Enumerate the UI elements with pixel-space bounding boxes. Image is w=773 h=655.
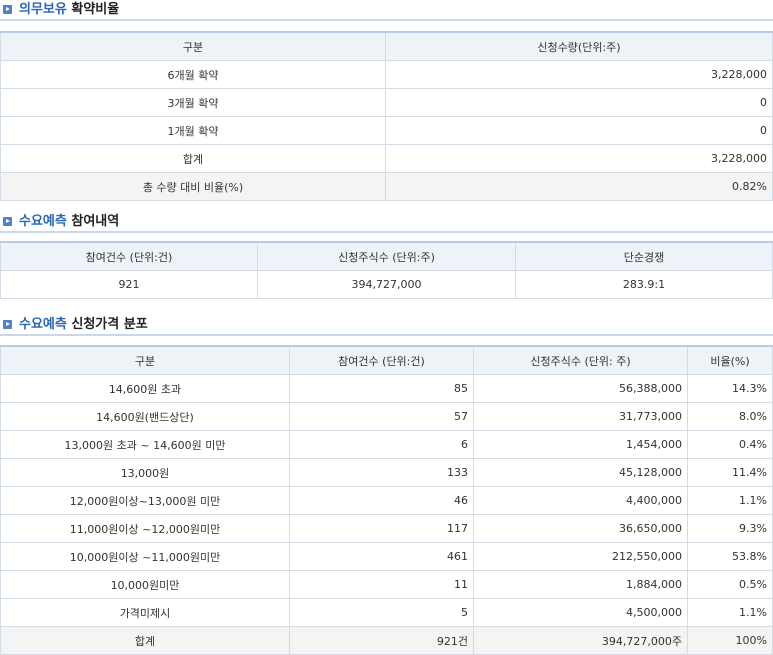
table-row: 6개월 확약 3,228,000: [0, 60, 773, 89]
lockup-title-rest: 확약비율: [71, 2, 120, 17]
column-header: 신청주식수 (단위: 주): [473, 345, 688, 375]
distribution-section-title: 수요예측 신청가격 분포: [0, 316, 773, 336]
price-range: 10,000원미만: [0, 570, 290, 599]
share-ratio: 14.3%: [687, 374, 773, 403]
row-value: 0: [385, 88, 773, 117]
column-header: 참여건수 (단위:건): [289, 345, 474, 375]
lockup-table: 구분 신청수량(단위:주) 6개월 확약 3,228,000 3개월 확약 0 …: [0, 31, 773, 201]
participant-count: 57: [289, 402, 474, 431]
row-value: 3,228,000: [385, 60, 773, 89]
participation-title-rest: 참여내역: [71, 214, 120, 229]
participant-count: 461: [289, 542, 474, 571]
participant-count: 6: [289, 430, 474, 459]
row-label: 1개월 확약: [0, 116, 386, 145]
share-count: 45,128,000: [473, 458, 688, 487]
competition-ratio: 283.9:1: [515, 270, 773, 299]
row-value: 3,228,000: [385, 144, 773, 173]
row-label: 3개월 확약: [0, 88, 386, 117]
column-header: 참여건수 (단위:건): [0, 241, 258, 271]
lockup-title-highlight: 의무보유: [19, 2, 67, 17]
share-count: 1,454,000: [473, 430, 688, 459]
participation-header-row: 참여건수 (단위:건) 신청주식수 (단위:주) 단순경쟁: [0, 241, 773, 271]
participant-count: 11: [289, 570, 474, 599]
table-row: 10,000원미만 11 1,884,000 0.5%: [0, 570, 773, 599]
distribution-header-row: 구분 참여건수 (단위:건) 신청주식수 (단위: 주) 비율(%): [0, 345, 773, 375]
table-row: 13,000원 133 45,128,000 11.4%: [0, 458, 773, 487]
table-row: 921 394,727,000 283.9:1: [0, 270, 773, 299]
table-row: 14,600원 초과 85 56,388,000 14.3%: [0, 374, 773, 403]
share-count: 4,500,000: [473, 598, 688, 627]
table-row: 13,000원 초과 ~ 14,600원 미만 6 1,454,000 0.4%: [0, 430, 773, 459]
price-range: 가격미제시: [0, 598, 290, 627]
distribution-title-highlight: 수요예측: [19, 317, 67, 332]
table-row: 합계 3,228,000: [0, 144, 773, 173]
bullet-arrow-icon: [3, 217, 12, 226]
total-ratio: 100%: [687, 626, 773, 655]
bullet-arrow-icon: [3, 320, 12, 329]
participant-count: 133: [289, 458, 474, 487]
share-ratio: 53.8%: [687, 542, 773, 571]
table-row: 12,000원이상~13,000원 미만 46 4,400,000 1.1%: [0, 486, 773, 515]
participation-shares: 394,727,000: [257, 270, 516, 299]
price-range: 13,000원: [0, 458, 290, 487]
column-header: 비율(%): [687, 345, 773, 375]
share-count: 1,884,000: [473, 570, 688, 599]
distribution-title-rest: 신청가격 분포: [71, 317, 148, 332]
total-label: 합계: [0, 626, 290, 655]
ratio-row: 총 수량 대비 비율(%) 0.82%: [0, 172, 773, 201]
price-range: 10,000원이상 ~11,000원미만: [0, 542, 290, 571]
table-row: 14,600원(밴드상단) 57 31,773,000 8.0%: [0, 402, 773, 431]
ratio-label: 총 수량 대비 비율(%): [0, 172, 386, 201]
participation-section-title: 수요예측 참여내역: [0, 213, 773, 233]
participation-title-highlight: 수요예측: [19, 214, 67, 229]
total-shares: 394,727,000주: [473, 626, 688, 655]
row-label: 6개월 확약: [0, 60, 386, 89]
total-participants: 921건: [289, 626, 474, 655]
share-ratio: 8.0%: [687, 402, 773, 431]
ratio-value: 0.82%: [385, 172, 773, 201]
price-range: 11,000원이상 ~12,000원미만: [0, 514, 290, 543]
row-value: 0: [385, 116, 773, 145]
distribution-table: 구분 참여건수 (단위:건) 신청주식수 (단위: 주) 비율(%) 14,60…: [0, 345, 773, 655]
share-count: 212,550,000: [473, 542, 688, 571]
price-range: 14,600원 초과: [0, 374, 290, 403]
column-header: 구분: [0, 345, 290, 375]
column-header: 단순경쟁: [515, 241, 773, 271]
price-range: 14,600원(밴드상단): [0, 402, 290, 431]
bullet-arrow-icon: [3, 5, 12, 14]
share-count: 36,650,000: [473, 514, 688, 543]
participant-count: 85: [289, 374, 474, 403]
lockup-header-row: 구분 신청수량(단위:주): [0, 31, 773, 61]
table-row: 가격미제시 5 4,500,000 1.1%: [0, 598, 773, 627]
share-count: 56,388,000: [473, 374, 688, 403]
row-label: 합계: [0, 144, 386, 173]
column-header: 신청수량(단위:주): [385, 31, 773, 61]
participation-section: 수요예측 참여내역 참여건수 (단위:건) 신청주식수 (단위:주) 단순경쟁 …: [0, 213, 773, 299]
participant-count: 117: [289, 514, 474, 543]
table-row: 10,000원이상 ~11,000원미만 461 212,550,000 53.…: [0, 542, 773, 571]
table-row: 3개월 확약 0: [0, 88, 773, 117]
share-ratio: 0.4%: [687, 430, 773, 459]
participation-count: 921: [0, 270, 258, 299]
share-count: 4,400,000: [473, 486, 688, 515]
share-ratio: 11.4%: [687, 458, 773, 487]
column-header: 구분: [0, 31, 386, 61]
price-range: 12,000원이상~13,000원 미만: [0, 486, 290, 515]
total-row: 합계 921건 394,727,000주 100%: [0, 626, 773, 655]
participant-count: 46: [289, 486, 474, 515]
share-ratio: 1.1%: [687, 598, 773, 627]
participant-count: 5: [289, 598, 474, 627]
lockup-section-title: 의무보유 확약비율: [0, 1, 773, 21]
table-row: 11,000원이상 ~12,000원미만 117 36,650,000 9.3%: [0, 514, 773, 543]
share-ratio: 0.5%: [687, 570, 773, 599]
share-count: 31,773,000: [473, 402, 688, 431]
share-ratio: 1.1%: [687, 486, 773, 515]
lockup-section: 의무보유 확약비율 구분 신청수량(단위:주) 6개월 확약 3,228,000…: [0, 1, 773, 201]
distribution-section: 수요예측 신청가격 분포 구분 참여건수 (단위:건) 신청주식수 (단위: 주…: [0, 316, 773, 655]
price-range: 13,000원 초과 ~ 14,600원 미만: [0, 430, 290, 459]
participation-table: 참여건수 (단위:건) 신청주식수 (단위:주) 단순경쟁 921 394,72…: [0, 241, 773, 299]
table-row: 1개월 확약 0: [0, 116, 773, 145]
share-ratio: 9.3%: [687, 514, 773, 543]
column-header: 신청주식수 (단위:주): [257, 241, 516, 271]
